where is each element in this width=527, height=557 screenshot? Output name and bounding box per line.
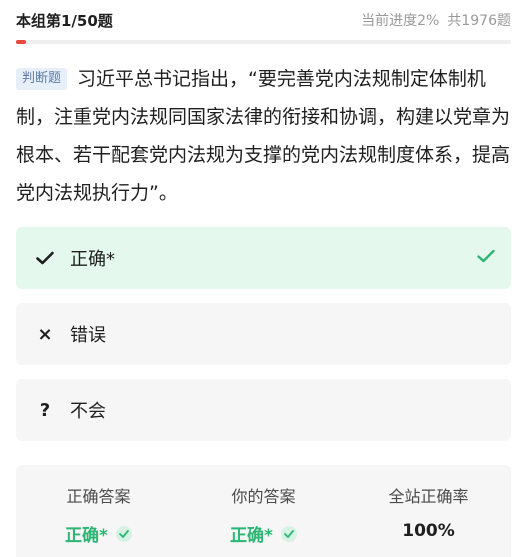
correct-answer-value-row: 正确* [65,521,132,546]
question-type-tag: 判断题 [16,68,68,90]
check-icon [36,251,54,265]
correct-answer-title: 正确答案 [66,487,131,506]
overall-progress: 当前进度2% 共1976题 [361,10,511,30]
correct-answer-value: 正确* [65,526,108,546]
progress-bar [16,40,511,44]
your-answer-value: 正确* [230,526,273,546]
progress-bar-fill [16,40,26,44]
total-questions-text: 共1976题 [447,13,511,29]
correct-check-icon [477,248,495,267]
current-progress-text: 当前进度2% [361,13,440,29]
option-label: 正确* [70,249,115,270]
your-answer-stat: 你的答案 正确* [181,465,346,557]
option-label: 不会 [70,401,106,422]
your-answer-value-row: 正确* [230,521,297,546]
header-bar: 本组第1/50题 当前进度2% 共1976题 [16,8,511,32]
option-unknown[interactable]: ? 不会 [16,379,511,441]
answer-stats-panel: 正确答案 正确* 你的答案 正确* 全站正确率 100% [16,465,511,557]
question-mark-icon: ? [39,399,51,421]
site-rate-stat: 全站正确率 100% [346,465,511,557]
question-text: 习近平总书记指出，“要完善党内法规制定体制机制，注重党内法规同国家法律的衔接和协… [16,68,511,204]
option-true[interactable]: 正确* [16,227,511,289]
group-progress-text: 本组第1/50题 [16,11,113,30]
site-rate-value: 100% [402,521,455,541]
cross-icon: × [37,323,53,345]
option-label: 错误 [70,325,106,346]
option-false[interactable]: × 错误 [16,303,511,365]
site-rate-title: 全站正确率 [388,487,469,506]
your-answer-title: 你的答案 [231,487,296,506]
check-circle-icon [280,525,297,542]
check-circle-icon [115,525,132,542]
correct-answer-stat: 正确答案 正确* [16,465,181,557]
question-block: 判断题 习近平总书记指出，“要完善党内法规制定体制机制，注重党内法规同国家法律的衔… [16,60,511,212]
